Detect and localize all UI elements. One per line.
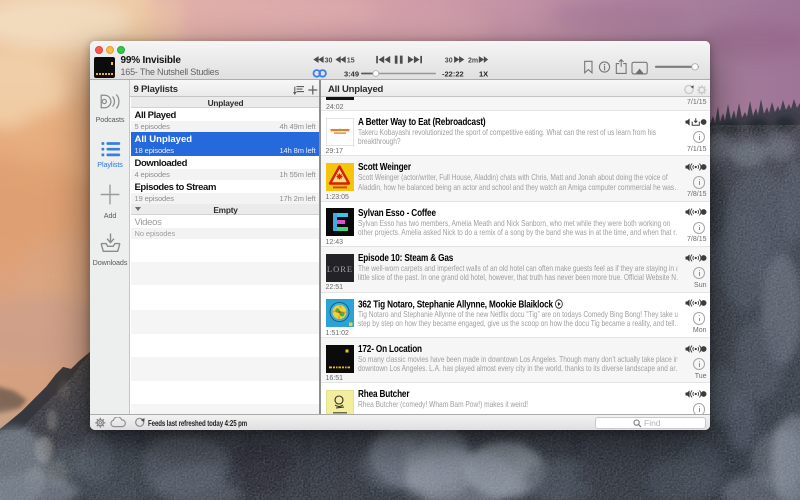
svg-text:30: 30 xyxy=(325,57,333,64)
svg-text:1X: 1X xyxy=(479,69,488,78)
svg-text:-22:22: -22:22 xyxy=(442,69,464,78)
svg-text:15: 15 xyxy=(347,57,355,64)
svg-text:30: 30 xyxy=(445,57,453,64)
svg-text:2m: 2m xyxy=(468,57,478,64)
svg-text:LORE: LORE xyxy=(327,264,353,274)
svg-text:3:49: 3:49 xyxy=(344,69,359,78)
